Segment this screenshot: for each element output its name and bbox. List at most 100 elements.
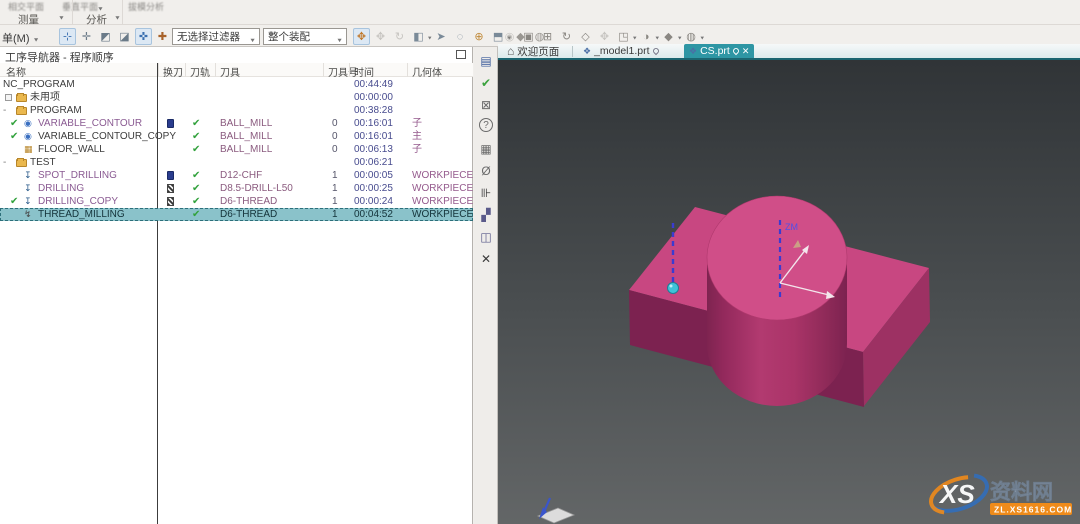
constraint-navigator-icon[interactable]: ✔ bbox=[477, 74, 495, 92]
full-screen-icon[interactable]: ◉ bbox=[501, 28, 518, 45]
chevron-down-icon[interactable]: ▼ bbox=[58, 16, 65, 22]
chevron-down-icon[interactable]: ▾ bbox=[656, 35, 660, 41]
table-row[interactable]: ✔◉VARIABLE_CONTOUR✔BALL_MILL000:16:01子 bbox=[0, 117, 473, 130]
orient-view-icon[interactable]: ◳ bbox=[615, 28, 632, 45]
selection-scope-dropdown[interactable]: 整个装配▼ bbox=[263, 28, 347, 45]
chevron-down-icon[interactable]: ▾ bbox=[633, 35, 637, 41]
row-name: DRILLING bbox=[38, 182, 84, 195]
tool-name: BALL_MILL bbox=[220, 117, 272, 130]
machining-time: 00:06:13 bbox=[354, 143, 393, 156]
select-filter-icon[interactable]: ⊹ bbox=[59, 28, 76, 45]
table-row[interactable]: ✔↧DRILLING_COPY✔D6-THREAD100:00:24WORKPI… bbox=[0, 195, 473, 208]
grab-handles-icon[interactable]: ✥ bbox=[353, 28, 370, 45]
column-separator bbox=[349, 63, 350, 77]
part-navigator-icon[interactable]: ⊠ bbox=[477, 96, 495, 114]
chevron-down-icon[interactable]: ▼ bbox=[114, 16, 121, 22]
table-row[interactable]: ↯THREAD_MILLING✔D6-THREAD100:04:52WORKPI… bbox=[0, 208, 473, 221]
table-row[interactable]: ↧DRILLING✔D8.5-DRILL-L50100:00:25WORKPIE… bbox=[0, 182, 473, 195]
row-name: FLOOR_WALL bbox=[38, 143, 105, 156]
assembly-navigator-icon[interactable]: ▤ bbox=[477, 52, 495, 70]
show-hide-icon[interactable]: ➤ bbox=[433, 28, 450, 45]
ribbon-cut-button-3[interactable]: 拔模分析 bbox=[128, 0, 164, 13]
snapshot-icon[interactable]: ◑ bbox=[638, 29, 655, 46]
tree-expander[interactable]: - bbox=[3, 104, 6, 117]
table-row[interactable]: -PROGRAM00:38:28 bbox=[0, 104, 473, 117]
tree-expander[interactable] bbox=[5, 94, 12, 101]
view-style-icon[interactable]: ◍ bbox=[683, 28, 700, 45]
column-header-0[interactable]: 名称 bbox=[6, 64, 26, 79]
chevron-down-icon[interactable]: ▾ bbox=[678, 35, 682, 41]
column-header-3[interactable]: 刀具 bbox=[220, 64, 240, 79]
machining-time: 00:16:01 bbox=[354, 130, 393, 143]
fit-view-icon[interactable]: ◇ bbox=[577, 28, 594, 45]
table-row[interactable]: ✔◉VARIABLE_CONTOUR_COPY✔BALL_MILL000:16:… bbox=[0, 130, 473, 143]
tab--model1-prt[interactable]: ❖_model1.prt bbox=[578, 44, 664, 58]
select-body-icon[interactable]: ◪ bbox=[116, 28, 133, 45]
measure-group-label[interactable]: 测量 bbox=[18, 12, 39, 27]
pan-view-icon[interactable]: ✥ bbox=[596, 28, 613, 45]
rotate-object-icon[interactable]: ↻ bbox=[391, 28, 408, 45]
table-row[interactable]: ▦FLOOR_WALL✔BALL_MILL000:06:13子 bbox=[0, 143, 473, 156]
tab-----[interactable]: ⌂欢迎页面 bbox=[502, 44, 564, 58]
geometry-name: 子 bbox=[412, 143, 422, 156]
deselect-all-icon[interactable]: ✚ bbox=[154, 28, 171, 45]
geometry-name: WORKPIECE bbox=[412, 208, 473, 221]
machining-time: 00:16:01 bbox=[354, 117, 393, 130]
chevron-down-icon[interactable]: ▾ bbox=[428, 35, 432, 41]
pin-icon[interactable] bbox=[651, 47, 659, 55]
table-row[interactable]: ↧SPOT_DRILLING✔D12-CHF100:00:05WORKPIECE bbox=[0, 169, 473, 182]
help-icon[interactable]: ? bbox=[479, 118, 493, 132]
column-header-1[interactable]: 换刀 bbox=[163, 64, 183, 79]
row-name: VARIABLE_CONTOUR bbox=[38, 117, 142, 130]
graphics-viewport[interactable]: ZM XS 资料网 ZL.XS1616.COM bbox=[498, 60, 1080, 524]
toolpath-ok-icon: ✔ bbox=[192, 117, 200, 130]
operation-navigator-icon[interactable]: ⊪ bbox=[477, 184, 495, 202]
toolpath-ok-icon: ✔ bbox=[192, 130, 200, 143]
column-header-5[interactable]: 时间 bbox=[354, 64, 374, 79]
panel-maximize-button[interactable] bbox=[456, 50, 466, 59]
tab-label: 欢迎页面 bbox=[517, 44, 559, 59]
column-header-2[interactable]: 刀轨 bbox=[190, 64, 210, 79]
ribbon-separator bbox=[122, 0, 123, 24]
window-layout-icon[interactable]: ▣ bbox=[520, 28, 537, 45]
tree-expander[interactable]: - bbox=[3, 156, 6, 169]
part-cylinder[interactable] bbox=[707, 196, 847, 406]
toolpath-ok-icon: ✔ bbox=[192, 208, 200, 221]
reuse-library-icon[interactable]: ▦ bbox=[477, 140, 495, 158]
table-row[interactable]: NC_PROGRAM00:44:49 bbox=[0, 78, 473, 91]
geometry-name: 子 bbox=[412, 117, 422, 130]
tile-windows-icon[interactable]: ⊞ bbox=[539, 28, 556, 45]
refresh-view-icon[interactable]: ↻ bbox=[558, 28, 575, 45]
pin-icon[interactable] bbox=[732, 47, 740, 55]
column-header-6[interactable]: 几何体 bbox=[412, 64, 442, 79]
hd3d-tools-icon[interactable]: Ø bbox=[477, 162, 495, 180]
geometry-name: 主 bbox=[412, 130, 422, 143]
move-object-icon[interactable]: ✥ bbox=[372, 28, 389, 45]
table-row[interactable]: -TEST00:06:21 bbox=[0, 156, 473, 169]
wcs-dynamics-icon[interactable]: ⊕ bbox=[471, 28, 488, 45]
tab-cs-prt[interactable]: ❖CS.prt✕ bbox=[684, 44, 754, 58]
select-face-icon[interactable]: ◩ bbox=[97, 28, 114, 45]
analysis-group-label[interactable]: 分析 bbox=[86, 12, 107, 27]
close-icon[interactable]: ✕ bbox=[742, 47, 750, 56]
machining-time: 00:00:05 bbox=[354, 169, 393, 182]
geometry-name: WORKPIECE bbox=[412, 195, 473, 208]
edit-object-display-icon[interactable]: ◧ bbox=[410, 28, 427, 45]
nx-cam-window: 相交平面 垂直平面 拔模分析 ▼ 测量 ▼ 分析 ▼ 单(M) ▼ ⊹✛◩◪✜✚… bbox=[0, 0, 1080, 524]
machine-tool-navigator-icon[interactable]: ▞ bbox=[477, 206, 495, 224]
highlight-select-icon[interactable]: ✜ bbox=[135, 28, 152, 45]
row-name: VARIABLE_CONTOUR_COPY bbox=[38, 130, 176, 143]
touch-mode-icon[interactable]: ✕ bbox=[477, 250, 495, 268]
immediate-hide-icon[interactable]: ◌ bbox=[452, 29, 469, 46]
selection-filter-dropdown[interactable]: 无选择过滤器▼ bbox=[172, 28, 260, 45]
machining-time: 00:04:52 bbox=[354, 208, 393, 221]
home-icon: ⌂ bbox=[507, 45, 514, 57]
chevron-down-icon[interactable]: ▾ bbox=[701, 35, 705, 41]
shaded-mode-icon[interactable]: ◆ bbox=[660, 28, 677, 45]
snap-point-icon[interactable]: ✛ bbox=[78, 28, 95, 45]
table-row[interactable]: 未用项00:00:00 bbox=[0, 91, 473, 104]
tool-tip-ball bbox=[668, 283, 679, 294]
simulation-navigator-icon[interactable]: ◫ bbox=[477, 228, 495, 246]
tool-change-icon bbox=[167, 171, 174, 180]
menu-button[interactable]: 单(M) ▼ bbox=[2, 30, 40, 46]
